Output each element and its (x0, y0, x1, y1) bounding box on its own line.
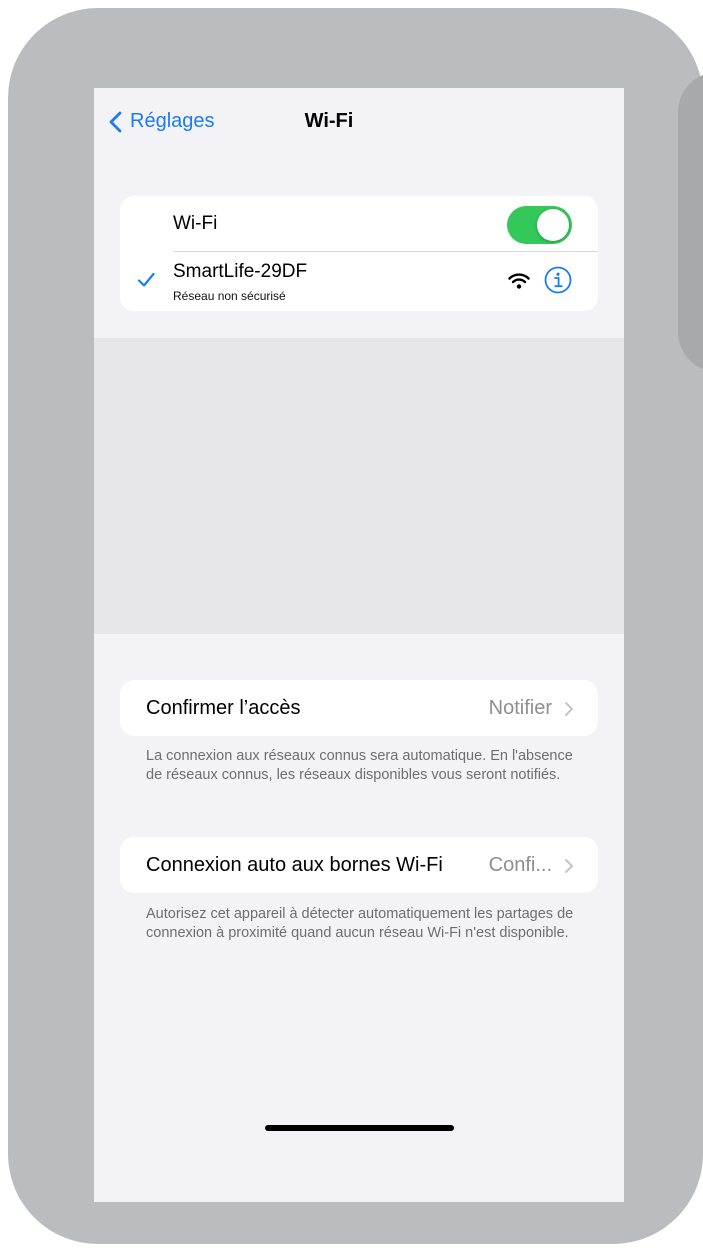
auto-join-hotspot-label: Connexion auto aux bornes Wi-Fi (146, 854, 443, 876)
chevron-right-icon (565, 702, 573, 716)
network-row[interactable]: SmartLife-29DF Réseau non sécurisé (120, 252, 598, 311)
chevron-right-icon (565, 859, 573, 873)
info-icon[interactable] (544, 266, 572, 294)
ask-to-join-footer: La connexion aux réseaux connus sera aut… (146, 748, 573, 783)
auto-join-hotspot-value: Confi... (488, 854, 552, 876)
wifi-toggle-label: Wi-Fi (173, 213, 218, 234)
phone-screen: Réglages Wi-Fi Wi-Fi SmartLife-29DF Rése… (94, 88, 624, 1202)
wifi-card: Wi-Fi SmartLife-29DF Réseau non sécurisé (120, 196, 598, 311)
network-status: Réseau non sécurisé (173, 289, 286, 303)
home-indicator[interactable] (265, 1125, 454, 1131)
toggle-knob (537, 209, 569, 241)
ask-to-join-row[interactable]: Confirmer l’accès Notifier (120, 680, 598, 736)
auto-join-hotspot-row[interactable]: Connexion auto aux bornes Wi-Fi Confi... (120, 837, 598, 893)
navigation-bar: Réglages Wi-Fi (94, 88, 624, 168)
wifi-toggle[interactable] (507, 206, 572, 244)
page-title-wrap: Wi-Fi (94, 110, 624, 133)
wifi-signal-icon (508, 273, 530, 289)
ask-to-join-label: Confirmer l’accès (146, 697, 301, 719)
ask-to-join-value: Notifier (488, 697, 552, 719)
auto-join-hotspot-footer: Autorisez cet appareil à détecter automa… (146, 906, 574, 941)
page-title: Wi-Fi (304, 110, 354, 132)
network-name: SmartLife-29DF (173, 261, 308, 282)
network-list-placeholder (94, 338, 624, 634)
wifi-toggle-row: Wi-Fi (120, 196, 598, 251)
checkmark-icon (137, 272, 155, 287)
side-panel (678, 72, 703, 372)
